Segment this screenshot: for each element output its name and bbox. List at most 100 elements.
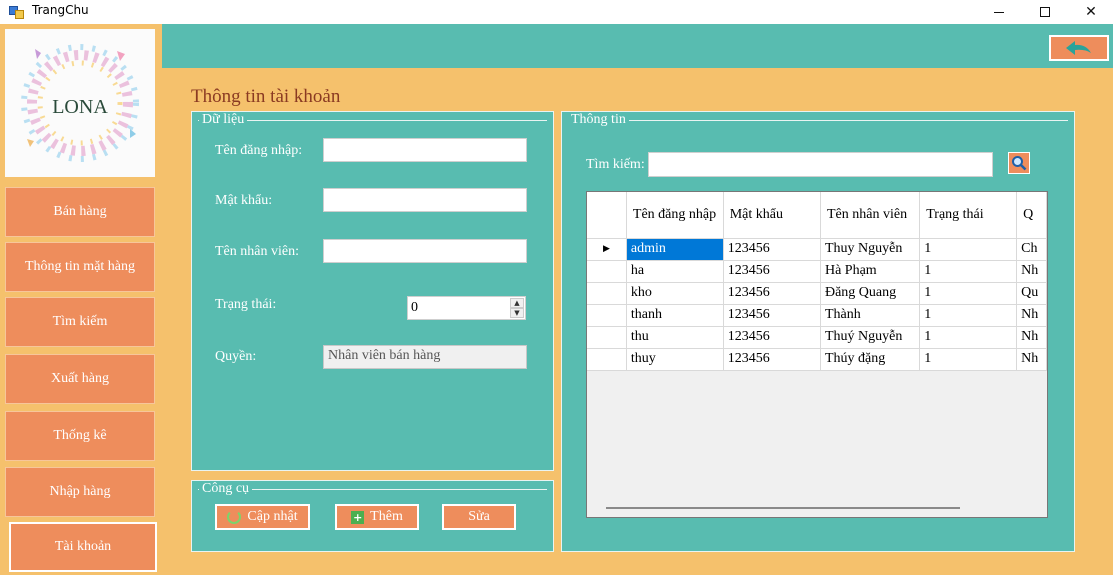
window-titlebar: TrangChu ✕ (0, 0, 1113, 24)
role-label: Quyền: (215, 349, 257, 364)
cell-role[interactable]: Qu (1016, 282, 1047, 305)
cell-username[interactable]: kho (626, 282, 724, 305)
column-header-status[interactable]: Trạng thái (919, 192, 1018, 239)
back-button[interactable] (1049, 35, 1109, 61)
cell-employee[interactable]: Thuy Nguyễn (820, 238, 921, 261)
edit-button[interactable]: Sửa (442, 504, 516, 530)
cell-employee[interactable]: Thúy đặng (820, 348, 921, 371)
table-row[interactable]: thuy 123456 Thúy đặng 1 Nh (587, 348, 1047, 371)
cell-username[interactable]: admin (626, 238, 724, 261)
window-title: TrangChu (32, 3, 89, 17)
app-icon (9, 4, 25, 20)
accounts-grid[interactable]: Tên đăng nhập Mật khẩu Tên nhân viên Trạ… (586, 191, 1048, 518)
stepper-up-icon[interactable]: ▲ (510, 298, 524, 308)
add-button-label: Thêm (370, 509, 403, 524)
cell-username[interactable]: thu (626, 326, 724, 349)
svg-text:LONA: LONA (52, 96, 108, 118)
minimize-button[interactable] (976, 0, 1022, 24)
row-header[interactable] (587, 304, 627, 327)
row-header[interactable] (587, 326, 627, 349)
horizontal-scrollbar[interactable] (588, 500, 1047, 516)
sidebar-item-xuat-hang[interactable]: Xuất hàng (5, 354, 155, 404)
add-button[interactable]: + Thêm (335, 504, 419, 530)
close-button[interactable]: ✕ (1068, 0, 1113, 24)
update-button[interactable]: Cập nhật (215, 504, 310, 530)
cell-username[interactable]: thuy (626, 348, 724, 371)
cell-status[interactable]: 1 (919, 282, 1018, 305)
update-button-label: Cập nhật (247, 509, 298, 524)
column-header-username[interactable]: Tên đăng nhập (626, 192, 724, 239)
cell-status[interactable]: 1 (919, 260, 1018, 283)
username-input[interactable] (323, 138, 527, 162)
sidebar-item-thong-tin-mat-hang[interactable]: Thông tin mặt hàng (5, 242, 155, 292)
logo-image: LONA (5, 29, 155, 177)
magnifier-icon (1012, 156, 1027, 171)
row-header[interactable] (587, 282, 627, 305)
cell-status[interactable]: 1 (919, 326, 1018, 349)
cell-status[interactable]: 1 (919, 348, 1018, 371)
status-stepper[interactable]: 0 ▲ ▼ (407, 296, 526, 320)
cell-role[interactable]: Nh (1016, 326, 1047, 349)
maximize-icon (1040, 7, 1050, 17)
table-header-row: Tên đăng nhập Mật khẩu Tên nhân viên Trạ… (587, 192, 1047, 239)
username-label: Tên đăng nhập: (215, 143, 303, 158)
column-header-role[interactable]: Q (1016, 192, 1047, 239)
cell-status[interactable]: 1 (919, 238, 1018, 261)
column-header-password[interactable]: Mật khẩu (723, 192, 821, 239)
close-icon: ✕ (1085, 4, 1097, 20)
edit-button-label: Sửa (468, 509, 490, 524)
cell-employee[interactable]: Hà Phạm (820, 260, 921, 283)
cell-username[interactable]: thanh (626, 304, 724, 327)
cell-role[interactable]: Nh (1016, 348, 1047, 371)
table-row[interactable]: kho 123456 Đăng Quang 1 Qu (587, 282, 1047, 305)
cell-status[interactable]: 1 (919, 304, 1018, 327)
status-label: Trạng thái: (215, 297, 277, 312)
cell-employee[interactable]: Thành (820, 304, 921, 327)
column-header-employee[interactable]: Tên nhân viên (820, 192, 921, 239)
sidebar-item-tai-khoan[interactable]: Tài khoản (9, 522, 157, 572)
cell-role[interactable]: Nh (1016, 304, 1047, 327)
data-panel-legend: Dữ liệu (199, 112, 248, 128)
sidebar-item-ban-hang[interactable]: Bán hàng (5, 187, 155, 237)
employee-name-input[interactable] (323, 239, 527, 263)
row-header[interactable] (587, 348, 627, 371)
role-field: Nhân viên bán hàng (323, 345, 527, 369)
data-panel: Dữ liệu (191, 111, 554, 471)
cell-employee[interactable]: Đăng Quang (820, 282, 921, 305)
table-row[interactable]: ha 123456 Hà Phạm 1 Nh (587, 260, 1047, 283)
tools-panel-legend: Công cụ (199, 481, 253, 497)
cell-password[interactable]: 123456 (723, 282, 821, 305)
table-row[interactable]: thanh 123456 Thành 1 Nh (587, 304, 1047, 327)
cell-employee[interactable]: Thuý Nguyễn (820, 326, 921, 349)
logo: LONA (5, 29, 155, 177)
cell-password[interactable]: 123456 (723, 326, 821, 349)
cell-password[interactable]: 123456 (723, 304, 821, 327)
row-header[interactable] (587, 260, 627, 283)
back-arrow-icon (1066, 41, 1091, 55)
page-title: Thông tin tài khoản (191, 86, 341, 107)
table-row[interactable]: ▶ admin 123456 Thuy Nguyễn 1 Ch (587, 238, 1047, 261)
cell-role[interactable]: Nh (1016, 260, 1047, 283)
cell-password[interactable]: 123456 (723, 260, 821, 283)
password-label: Mật khẩu: (215, 193, 273, 208)
search-input[interactable] (648, 152, 993, 177)
sidebar-item-nhap-hang[interactable]: Nhập hàng (5, 467, 155, 517)
row-header-corner (587, 192, 627, 239)
sidebar-item-tim-kiem[interactable]: Tìm kiếm (5, 297, 155, 347)
cell-password[interactable]: 123456 (723, 348, 821, 371)
cell-role[interactable]: Ch (1016, 238, 1047, 261)
cell-password[interactable]: 123456 (723, 238, 821, 261)
row-selector-icon[interactable]: ▶ (587, 238, 627, 261)
stepper-down-icon[interactable]: ▼ (510, 308, 524, 318)
maximize-button[interactable] (1022, 0, 1068, 24)
sidebar-item-thong-ke[interactable]: Thống kê (5, 411, 155, 461)
cell-username[interactable]: ha (626, 260, 724, 283)
search-button[interactable] (1008, 152, 1030, 174)
employee-name-label: Tên nhân viên: (215, 244, 299, 259)
info-panel-legend: Thông tin (568, 112, 629, 128)
password-input[interactable] (323, 188, 527, 212)
table-row[interactable]: thu 123456 Thuý Nguyễn 1 Nh (587, 326, 1047, 349)
status-value: 0 (411, 300, 418, 315)
header-strip (162, 24, 1113, 68)
scrollbar-thumb[interactable] (606, 507, 960, 509)
